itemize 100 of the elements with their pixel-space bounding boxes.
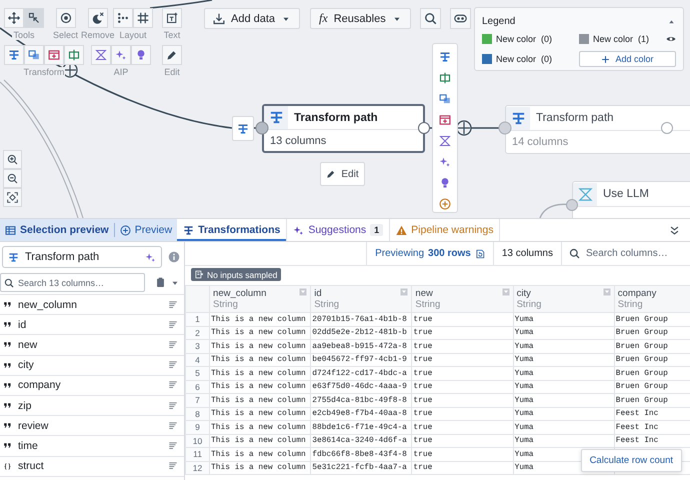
lines-icon [168,440,178,451]
box-plus-icon [48,49,60,61]
dropdown-icon [602,288,611,296]
transform-icon [8,49,20,61]
split-icon [68,49,80,61]
quote-icon [3,340,12,350]
remove-icon [92,12,104,24]
move-button[interactable] [4,8,24,28]
toolbar-button[interactable]: Add data [204,8,300,29]
plus-circle-icon [120,224,131,236]
calculate-row-count-button[interactable]: Calculate row count [580,449,682,472]
row-number: 9 [186,420,210,434]
connector-port [256,122,268,134]
row-number: 1 [186,312,210,326]
column-list-item[interactable]: time [0,436,184,456]
column-list-item[interactable]: zip [0,396,184,416]
add-color-button[interactable]: Add color [579,51,676,67]
transform-button[interactable] [232,116,254,141]
search-icon [569,248,580,259]
group-label: Text [162,30,182,40]
fit-icon [7,192,18,203]
chevrons-icon [669,224,680,236]
column-list-item[interactable]: id [0,315,184,336]
row-number: 2 [186,326,210,340]
sparkle-icon [293,224,304,236]
pencil-button[interactable] [162,45,182,65]
column-header[interactable]: company String [614,286,690,312]
bulb-button[interactable] [131,45,151,65]
toggle-button[interactable] [450,8,471,29]
column-list-item[interactable]: new_column [0,295,184,316]
grid-button[interactable] [133,8,153,28]
zoom-out-button[interactable] [3,169,22,188]
column-list-item[interactable]: company [0,376,184,396]
grid-icon [137,12,149,24]
quote-icon [3,421,12,430]
sparkle-button[interactable] [111,45,131,65]
column-list-item[interactable]: review [0,416,184,436]
column-list-item[interactable]: new [0,335,184,356]
transform-name-field[interactable]: Transform path [2,246,162,268]
panel-tab[interactable]: Transformations [177,219,288,241]
transform-node[interactable]: Transform path 14 columns [505,105,690,154]
node-title: Transform path [535,112,614,124]
dots-button[interactable] [113,8,133,28]
hourglass-button[interactable] [91,45,111,65]
transform-node[interactable]: Transform path 13 columns [262,104,425,153]
column-count: 13 columns [492,242,561,265]
edit-button[interactable]: Edit [320,162,365,186]
column-header[interactable]: id String [310,286,412,312]
lines-icon [168,340,178,350]
eye-icon [666,34,676,44]
pointer-button[interactable] [24,8,44,28]
row-number: 10 [186,434,210,448]
group-label: Layout [118,30,148,40]
sparkle-icon [145,252,156,262]
quote-icon [3,360,12,370]
hourglass-icon [95,49,107,61]
remove-button[interactable] [88,8,108,28]
column-header[interactable]: new_column String [210,286,311,312]
column-header[interactable]: city String [513,286,614,312]
legend-item: New color (0) [496,54,552,64]
table-stack-button[interactable] [24,45,44,65]
connection-line [150,0,212,9]
dropdown-icon [400,288,408,296]
group-label: Remove [80,30,116,40]
toolbar-button[interactable]: fx Reusables [310,8,411,29]
fit-button[interactable] [3,188,22,207]
search-field[interactable]: Search columns… [562,242,690,264]
zoom-out-icon [7,173,18,184]
preview-toggle[interactable]: Selection preview [0,219,114,241]
search-icon [424,12,437,25]
zoom-in-button[interactable] [3,150,22,169]
sparkle-icon [115,49,127,61]
group-label: Transform [22,67,66,77]
sparkle-icon [439,156,451,168]
transform-node[interactable]: Use LLM [572,181,690,218]
pencil-icon [166,49,178,61]
lines-icon [168,300,178,310]
bulb-icon [439,177,451,189]
row-count-link[interactable]: 300 rows [428,248,471,259]
split-button[interactable] [64,45,84,65]
column-list-item[interactable]: city [0,356,184,376]
lines-icon [168,461,178,472]
target-icon [60,12,72,24]
target-button[interactable] [56,8,76,28]
transform-icon [183,224,194,236]
box-plus-button[interactable] [44,45,64,65]
preview-toggle[interactable]: Preview [114,219,178,241]
search-field[interactable]: Search 13 columns… [0,273,145,292]
column-header[interactable]: new String [412,286,514,312]
column-list-item[interactable]: struct [0,456,184,477]
plus-circle-icon [439,198,451,210]
plus-circle-icon[interactable] [456,120,472,136]
search-icon [4,278,14,288]
text-box-button[interactable] [162,8,182,28]
group-label: Edit [163,67,181,77]
search-button[interactable] [420,8,441,29]
lines-icon [168,400,178,411]
transform-button[interactable] [4,45,24,65]
quote-icon [3,380,12,390]
count-badge: 1 [370,224,384,236]
